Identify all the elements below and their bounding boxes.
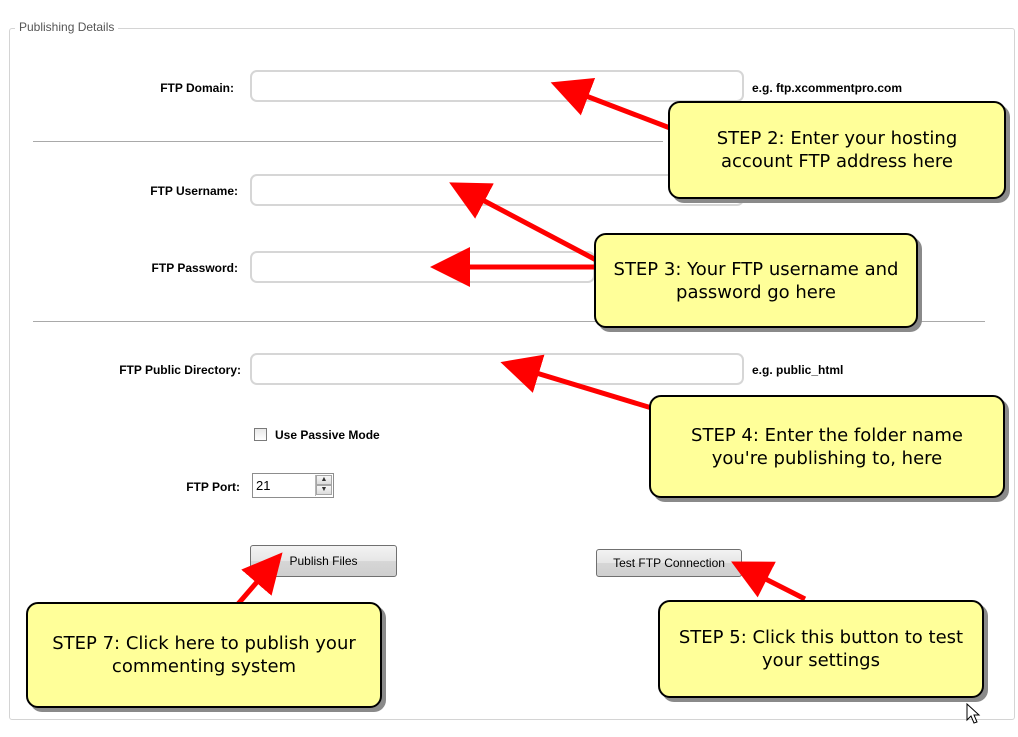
passive-mode-label[interactable]: Use Passive Mode — [275, 428, 380, 442]
ftp-domain-label: FTP Domain: — [160, 81, 234, 95]
ftp-username-label: FTP Username: — [150, 184, 238, 198]
ftp-public-directory-input[interactable] — [250, 353, 744, 385]
ftp-public-directory-label: FTP Public Directory: — [119, 363, 241, 377]
ftp-port-value[interactable]: 21 — [256, 478, 270, 493]
ftp-port-stepper[interactable]: 21 ▲ ▼ — [252, 473, 334, 498]
port-spin-buttons[interactable]: ▲ ▼ — [315, 475, 332, 496]
publish-files-button[interactable]: Publish Files — [250, 545, 397, 577]
ftp-password-input[interactable] — [250, 251, 595, 283]
group-title: Publishing Details — [15, 20, 119, 34]
passive-mode-checkbox[interactable] — [254, 428, 267, 441]
ftp-domain-input[interactable] — [250, 70, 744, 102]
callout-step3: STEP 3: Your FTP username and password g… — [594, 233, 918, 328]
mouse-cursor-icon — [966, 703, 981, 724]
ftp-password-label: FTP Password: — [151, 261, 238, 275]
spin-down-icon[interactable]: ▼ — [316, 485, 332, 495]
ftp-public-directory-hint: e.g. public_html — [752, 363, 844, 377]
spin-up-icon[interactable]: ▲ — [316, 475, 332, 485]
callout-step5: STEP 5: Click this button to test your s… — [658, 600, 984, 698]
separator-1 — [33, 141, 663, 142]
callout-step7: STEP 7: Click here to publish your comme… — [26, 602, 382, 708]
ftp-domain-hint: e.g. ftp.xcommentpro.com — [752, 81, 903, 95]
callout-step4: STEP 4: Enter the folder name you're pub… — [649, 395, 1005, 498]
test-ftp-connection-button[interactable]: Test FTP Connection — [596, 549, 742, 577]
callout-step2: STEP 2: Enter your hosting account FTP a… — [668, 101, 1006, 199]
ftp-port-label: FTP Port: — [186, 480, 240, 494]
